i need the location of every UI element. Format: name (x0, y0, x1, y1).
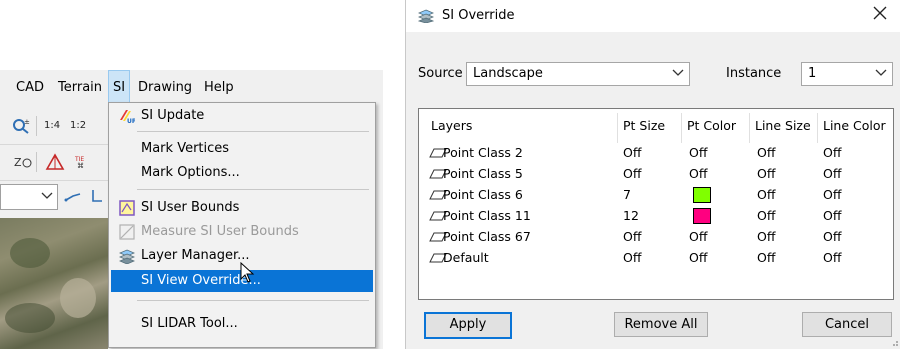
tie-icon[interactable]: TIE ⌘ (74, 154, 90, 170)
toolbar-row-3 (0, 182, 108, 214)
menu-item-mark-options[interactable]: Mark Options... (111, 162, 373, 184)
menu-separator (137, 300, 369, 301)
color-swatch-green[interactable] (693, 187, 711, 203)
dialog-title: SI Override (442, 8, 515, 23)
si-override-dialog: SI Override Source Landscape Instance 1 … (405, 0, 900, 349)
dialog-titlebar: SI Override (406, 0, 900, 32)
remove-all-button[interactable]: Remove All (614, 312, 708, 337)
svg-text:UP: UP (127, 118, 135, 124)
si-update-icon: UP (120, 110, 135, 124)
instance-select[interactable]: 1 (801, 62, 893, 86)
zoom-scale-1-4[interactable]: 1:4 (44, 120, 60, 131)
user-bounds-icon (119, 200, 135, 216)
measure-bounds-icon (119, 224, 135, 240)
column-header-pt-size[interactable]: Pt Size (623, 118, 665, 133)
color-swatch-magenta[interactable] (693, 208, 711, 224)
corner-tool-icon[interactable] (90, 188, 104, 204)
column-header-layers[interactable]: Layers (431, 118, 472, 133)
layers-icon (418, 9, 434, 23)
menu-item-si-user-bounds[interactable]: SI User Bounds (111, 197, 373, 219)
menu-si[interactable]: SI (108, 70, 131, 106)
toolbar-divider (36, 152, 37, 172)
toolbar-row-2: Z TIE ⌘ (0, 146, 108, 181)
close-icon (873, 6, 887, 20)
toolbar-dropdown[interactable] (0, 184, 58, 210)
column-header-pt-color[interactable]: Pt Color (687, 118, 736, 133)
menu-terrain[interactable]: Terrain (58, 80, 102, 95)
zoom-icon[interactable]: ± (12, 118, 30, 134)
chevron-down-icon (875, 69, 887, 76)
menu-separator (137, 189, 369, 190)
source-select[interactable]: Landscape (466, 62, 690, 86)
menu-item-measure-si-user-bounds[interactable]: Measure SI User Bounds (111, 221, 373, 243)
menu-item-si-lidar-tool[interactable]: SI LIDAR Tool... (111, 313, 373, 335)
apply-button[interactable]: Apply (424, 312, 512, 339)
mouse-cursor-icon (240, 262, 255, 283)
svg-text:⌘: ⌘ (77, 162, 84, 170)
zoom-scale-1-2[interactable]: 1:2 (70, 120, 86, 131)
resize-grip-icon[interactable] (889, 337, 899, 347)
menu-separator (137, 131, 369, 132)
toolbar-row-1: ± 1:4 1:2 (0, 108, 108, 145)
svg-text:Z: Z (14, 156, 22, 169)
cancel-button[interactable]: Cancel (802, 312, 892, 337)
toolbar-divider (36, 116, 37, 136)
close-button[interactable] (871, 6, 889, 24)
layer-override-table: Layers Pt Size Pt Color Line Size Line C… (418, 108, 894, 300)
chevron-down-icon (672, 69, 684, 76)
svg-text:±: ± (24, 118, 30, 126)
chevron-down-icon (41, 192, 53, 199)
contour-icon[interactable]: Z (14, 154, 32, 170)
main-application: CAD Terrain SI Drawing Help ± 1:4 1:2 Z … (0, 70, 383, 349)
aerial-imagery-view[interactable] (0, 218, 108, 349)
layers-icon (119, 249, 135, 264)
si-dropdown-menu: UP SI Update Mark Vertices Mark Options.… (108, 102, 376, 348)
column-header-line-color[interactable]: Line Color (823, 118, 886, 133)
line-tool-icon[interactable] (64, 188, 86, 204)
instance-label: Instance (726, 66, 782, 81)
menu-drawing[interactable]: Drawing (138, 80, 192, 95)
menu-item-mark-vertices[interactable]: Mark Vertices (111, 138, 373, 160)
menu-help[interactable]: Help (204, 80, 234, 95)
column-header-line-size[interactable]: Line Size (755, 118, 811, 133)
menu-bar: CAD Terrain SI Drawing Help (0, 70, 383, 106)
menu-item-si-update[interactable]: UP SI Update (111, 105, 373, 127)
triangle-tool-icon[interactable] (44, 152, 66, 172)
source-label: Source (418, 66, 463, 81)
menu-cad[interactable]: CAD (16, 80, 44, 95)
